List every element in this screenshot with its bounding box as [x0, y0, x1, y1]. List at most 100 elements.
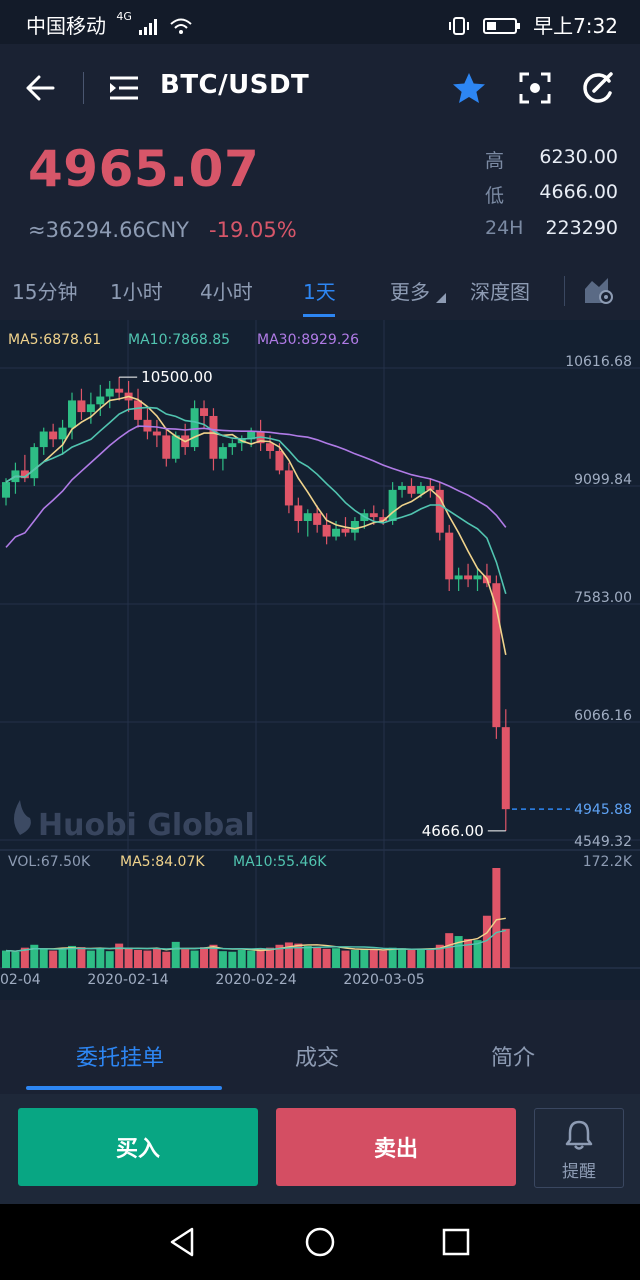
tab-1hour[interactable]: 1小时	[110, 276, 163, 305]
volume-bar	[492, 868, 501, 968]
vibrate-icon	[449, 17, 470, 35]
price-change: -19.05%	[209, 218, 297, 242]
candle-body	[218, 447, 227, 459]
volume-bar	[2, 950, 10, 968]
kline-chart[interactable]: Huobi Global 10616.68 9099.84 7583.00 6066.…	[0, 320, 640, 1000]
volume-bar	[398, 948, 407, 968]
vol-ma5-indicator: MA5:84.07K	[120, 854, 205, 870]
volume-bar	[256, 948, 265, 968]
clock: 早上7:32	[533, 14, 618, 38]
candle-body	[39, 431, 48, 448]
market-menu-button[interactable]	[104, 68, 144, 108]
tab-more[interactable]: 更多	[390, 276, 447, 305]
tab-active-underline	[303, 314, 335, 317]
candle-body	[49, 431, 58, 440]
volume-bar	[247, 950, 256, 968]
candle-body	[332, 528, 341, 537]
bell-icon	[565, 1120, 593, 1150]
price-axis-label: 10616.68	[565, 354, 632, 370]
min-price-label: 4666.00	[422, 822, 484, 840]
header: BTC/USDT	[0, 44, 640, 134]
tab-1day[interactable]: 1天	[303, 276, 336, 305]
buy-button[interactable]: 买入	[18, 1108, 258, 1186]
header-divider	[83, 72, 84, 104]
back-button[interactable]	[20, 68, 60, 108]
nav-home-button[interactable]	[298, 1222, 342, 1262]
volume-bar	[77, 947, 86, 968]
last-price: 4965.07	[28, 140, 260, 198]
candle-body	[369, 513, 378, 518]
arrow-left-icon	[26, 75, 55, 101]
flame-logo	[14, 800, 31, 835]
chart-settings-button[interactable]	[580, 272, 616, 308]
volume-bar	[143, 950, 152, 968]
candle-body	[435, 489, 444, 533]
signal-icon	[139, 19, 158, 35]
volume-bar	[501, 928, 510, 968]
volume-bar	[360, 948, 369, 968]
ma30-indicator: MA30:8929.26	[257, 332, 359, 348]
stat-low-value: 4666.00	[539, 181, 618, 203]
ma5-indicator: MA5:6878.61	[8, 332, 101, 348]
volume-bar	[181, 949, 190, 968]
screenshot-button[interactable]	[515, 68, 555, 108]
date-axis-label: 02-04	[0, 972, 41, 988]
date-axis-label: 2020-02-24	[215, 972, 296, 988]
candle-body	[388, 489, 397, 521]
volume-bar	[58, 948, 67, 968]
kline-chart-svg[interactable]: Huobi Global 10616.68 9099.84 7583.00 6066.…	[0, 320, 640, 1000]
volume-bar	[266, 947, 275, 968]
favorite-button[interactable]	[449, 68, 489, 108]
tab-15min[interactable]: 15分钟	[12, 276, 77, 305]
candle-body	[284, 470, 293, 506]
volume-bar	[416, 948, 425, 968]
sell-button[interactable]: 卖出	[276, 1108, 516, 1186]
candle-body	[209, 415, 218, 459]
candle-body	[228, 443, 237, 448]
price-axis-label: 7583.00	[574, 590, 632, 606]
candle-body	[68, 400, 77, 428]
status-bar: 中国移动 4G 早上7:32	[0, 0, 640, 44]
wifi-icon	[169, 18, 192, 34]
candle-body	[464, 575, 473, 580]
status-right: 早上7:32	[448, 10, 618, 39]
refresh-button[interactable]	[578, 68, 618, 108]
scan-icon	[519, 72, 551, 104]
candle-body	[171, 435, 180, 459]
nav-recents-button[interactable]	[434, 1222, 478, 1262]
nav-back-button[interactable]	[160, 1222, 204, 1262]
volume-bar	[49, 950, 58, 968]
tab-4hour[interactable]: 4小时	[200, 276, 253, 305]
candle-body	[341, 528, 350, 533]
volume-bar	[388, 947, 397, 968]
volume-bar	[171, 941, 180, 968]
tab-open-orders[interactable]: 委托挂单	[76, 1040, 164, 1072]
period-tabs: 15分钟 1小时 4小时 1天 更多 深度图	[0, 266, 640, 320]
tab-intro[interactable]: 简介	[491, 1040, 535, 1072]
volume-bar	[322, 948, 331, 968]
volume-bar	[313, 947, 322, 968]
candle-body	[398, 485, 407, 490]
candle-body	[190, 408, 199, 448]
candle-body	[454, 575, 463, 580]
tab-trades[interactable]: 成交	[295, 1040, 339, 1072]
candle-body	[58, 427, 67, 440]
pair-title[interactable]: BTC/USDT	[160, 70, 309, 100]
candle-body	[313, 513, 322, 525]
volume-bar	[341, 950, 350, 968]
volume-bar	[105, 951, 114, 968]
volume-bar	[11, 951, 20, 968]
candle-body	[322, 524, 331, 537]
battery-icon	[482, 18, 520, 34]
star-icon	[453, 73, 485, 103]
candle-body	[501, 727, 510, 810]
tab-depth[interactable]: 深度图	[470, 276, 530, 305]
menu-icon	[110, 76, 138, 100]
candle-body	[86, 404, 95, 413]
bottom-tab-underline	[26, 1086, 222, 1090]
remind-button[interactable]: 提醒	[534, 1108, 624, 1188]
volume-bar	[228, 951, 237, 968]
candle-body	[303, 513, 312, 521]
date-axis-label: 2020-03-05	[343, 972, 424, 988]
volume-bar	[218, 951, 227, 968]
